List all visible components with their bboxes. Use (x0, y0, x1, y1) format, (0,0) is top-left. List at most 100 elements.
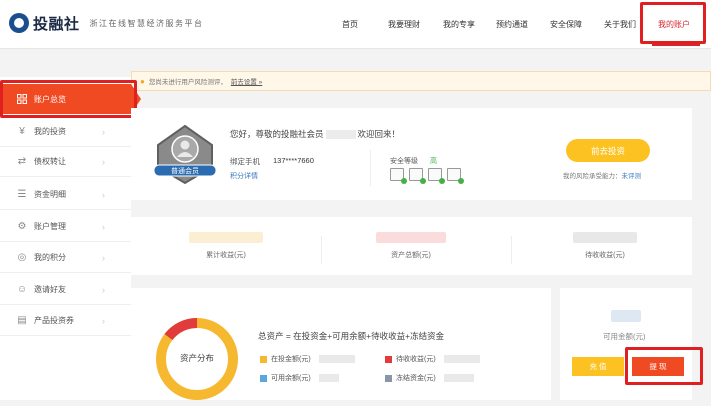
nav-security[interactable]: 安全保障 (550, 19, 582, 30)
brand-logo-mark-icon (9, 13, 29, 33)
available-amount-label: 可用金额(元) (603, 332, 646, 341)
sidebar-item-label: 邀请好友 (34, 285, 66, 294)
go-invest-button[interactable]: 前去投资 (566, 139, 650, 162)
chevron-right-icon: › (102, 284, 105, 295)
id-verified-icon[interactable] (409, 168, 426, 184)
highlight-box-overview (0, 80, 137, 118)
email-verified-icon[interactable] (447, 168, 464, 184)
sidebar-item-debt-transfer[interactable]: ⇄ 债权转让 › (0, 147, 131, 177)
recharge-button[interactable]: 充 值 (572, 357, 624, 376)
divider (511, 236, 512, 264)
coupon-icon: ▤ (17, 315, 27, 326)
divider (370, 150, 371, 186)
legend-available: 可用余额(元) (260, 373, 339, 383)
masked-value (611, 310, 641, 322)
bank-card-verified-icon[interactable] (428, 168, 445, 184)
masked-value (189, 232, 263, 243)
stat-label: 待收收益(元) (585, 252, 625, 259)
points-icon: ◎ (17, 252, 27, 263)
masked-value (443, 374, 474, 382)
asset-formula: 总资产 = 在投资金+可用余额+待收收益+冻结资金 (258, 331, 445, 341)
nav-about[interactable]: 关于我们 (604, 19, 636, 30)
user-gear-icon: ⚙ (17, 221, 27, 232)
highlight-box-my-account (640, 2, 706, 44)
greeting-prefix: 您好，尊敬的投融社会员 (230, 129, 324, 139)
masked-value (443, 355, 480, 363)
chevron-right-icon: › (102, 252, 105, 263)
sidebar-item-account-management[interactable]: ⚙ 账户管理 › (0, 212, 131, 242)
chevron-right-icon: › (102, 156, 105, 167)
notice-text: 您尚未进行用户风险测评， (148, 79, 227, 86)
risk-notice-bar: ● 您尚未进行用户风险测评， 前去设置 » (131, 71, 711, 91)
nav-booking[interactable]: 预约通道 (496, 19, 528, 30)
legend-label: 可用余额(元) (271, 375, 311, 382)
sidebar-item-label: 资金明细 (34, 190, 66, 199)
phone-value: 137****7660 (273, 156, 314, 165)
asset-donut-chart: 资产分布 (152, 314, 242, 404)
stat-label: 累计收益(元) (206, 252, 246, 259)
brand-name: 投融社 (33, 15, 80, 33)
phone-verified-icon[interactable] (390, 168, 407, 184)
sidebar-item-label: 产品投资券 (34, 316, 74, 325)
stat-total-earnings: 累计收益(元) (181, 232, 271, 262)
risk-assessment-link[interactable]: 未评测 (622, 173, 642, 180)
sidebar-item-my-investment[interactable]: ¥ 我的投资 › (0, 117, 131, 147)
sidebar: 账户总览 ¥ 我的投资 › ⇄ 债权转让 › ☰ 资金明细 › ⚙ 账户管理 ›… (0, 77, 141, 400)
nav-active-underline (652, 44, 700, 46)
sidebar-item-label: 债权转让 (34, 157, 66, 166)
masked-value (573, 232, 637, 243)
donut-center-label: 资产分布 (179, 353, 214, 363)
sidebar-item-label: 我的积分 (34, 253, 66, 262)
risk-tolerance: 我的风险承受能力：未评测 (563, 170, 641, 180)
legend-swatch (385, 355, 392, 363)
chevron-right-icon: › (102, 315, 105, 326)
chevron-right-icon: › (102, 126, 105, 137)
sidebar-item-fund-details[interactable]: ☰ 资金明细 › (0, 180, 131, 210)
phone-label: 绑定手机 (230, 157, 260, 166)
document-icon: ☰ (17, 189, 27, 200)
masked-username (325, 130, 356, 140)
legend-swatch (260, 355, 267, 363)
legend-label: 冻结资金(元) (396, 375, 436, 382)
legend-label: 待收收益(元) (396, 356, 436, 363)
stat-pending-earnings: 待收收益(元) (560, 232, 650, 262)
legend-label: 在投金额(元) (271, 356, 311, 363)
masked-value (376, 232, 446, 243)
legend-pending: 待收收益(元) (385, 354, 480, 364)
stat-total-assets: 资产总额(元) (366, 232, 456, 262)
legend-swatch (260, 374, 267, 382)
security-level-label: 安全等级 (390, 158, 418, 165)
sidebar-item-invite-friends[interactable]: ☺ 邀请好友 › (0, 275, 131, 305)
points-detail-link[interactable]: 积分详情 (230, 171, 258, 181)
legend-swatch (385, 374, 392, 382)
brand-logo[interactable]: 投融社 浙江在线智慧经济服务平台 (9, 11, 204, 35)
transfer-icon: ⇄ (17, 156, 27, 167)
legend-invested: 在投金额(元) (260, 354, 355, 364)
stat-label: 资产总额(元) (391, 252, 431, 259)
notice-setup-link[interactable]: 前去设置 » (231, 76, 262, 86)
chevron-right-icon: › (102, 189, 105, 200)
security-icons (390, 168, 464, 184)
sidebar-item-coupons[interactable]: ▤ 产品投资券 › (0, 306, 131, 336)
greeting-suffix: 欢迎回来！ (357, 129, 401, 139)
nav-exclusive[interactable]: 我的专享 (443, 19, 475, 30)
nav-home[interactable]: 首页 (342, 19, 358, 30)
sidebar-item-my-points[interactable]: ◎ 我的积分 › (0, 243, 131, 273)
member-badge: 普通会员 (150, 123, 220, 185)
highlight-box-withdraw (625, 347, 703, 385)
brand-slogan: 浙江在线智慧经济服务平台 (89, 18, 204, 28)
masked-value (318, 374, 339, 382)
nav-invest[interactable]: 我要理财 (388, 19, 420, 30)
invite-icon: ☺ (16, 284, 28, 295)
yen-icon: ¥ (19, 126, 25, 137)
divider (321, 236, 322, 264)
security-level-value: 高 (430, 158, 437, 165)
masked-value (318, 355, 355, 363)
member-level-label: 普通会员 (171, 168, 199, 175)
risk-tolerance-label: 我的风险承受能力： (563, 173, 622, 180)
sidebar-item-label: 我的投资 (34, 127, 66, 136)
donut-segment-pending (164, 318, 198, 341)
top-header: 投融社 浙江在线智慧经济服务平台 首页 我要理财 我的专享 预约通道 安全保障 … (0, 0, 711, 49)
chevron-right-icon: › (102, 221, 105, 232)
sidebar-item-label: 账户管理 (34, 222, 66, 231)
